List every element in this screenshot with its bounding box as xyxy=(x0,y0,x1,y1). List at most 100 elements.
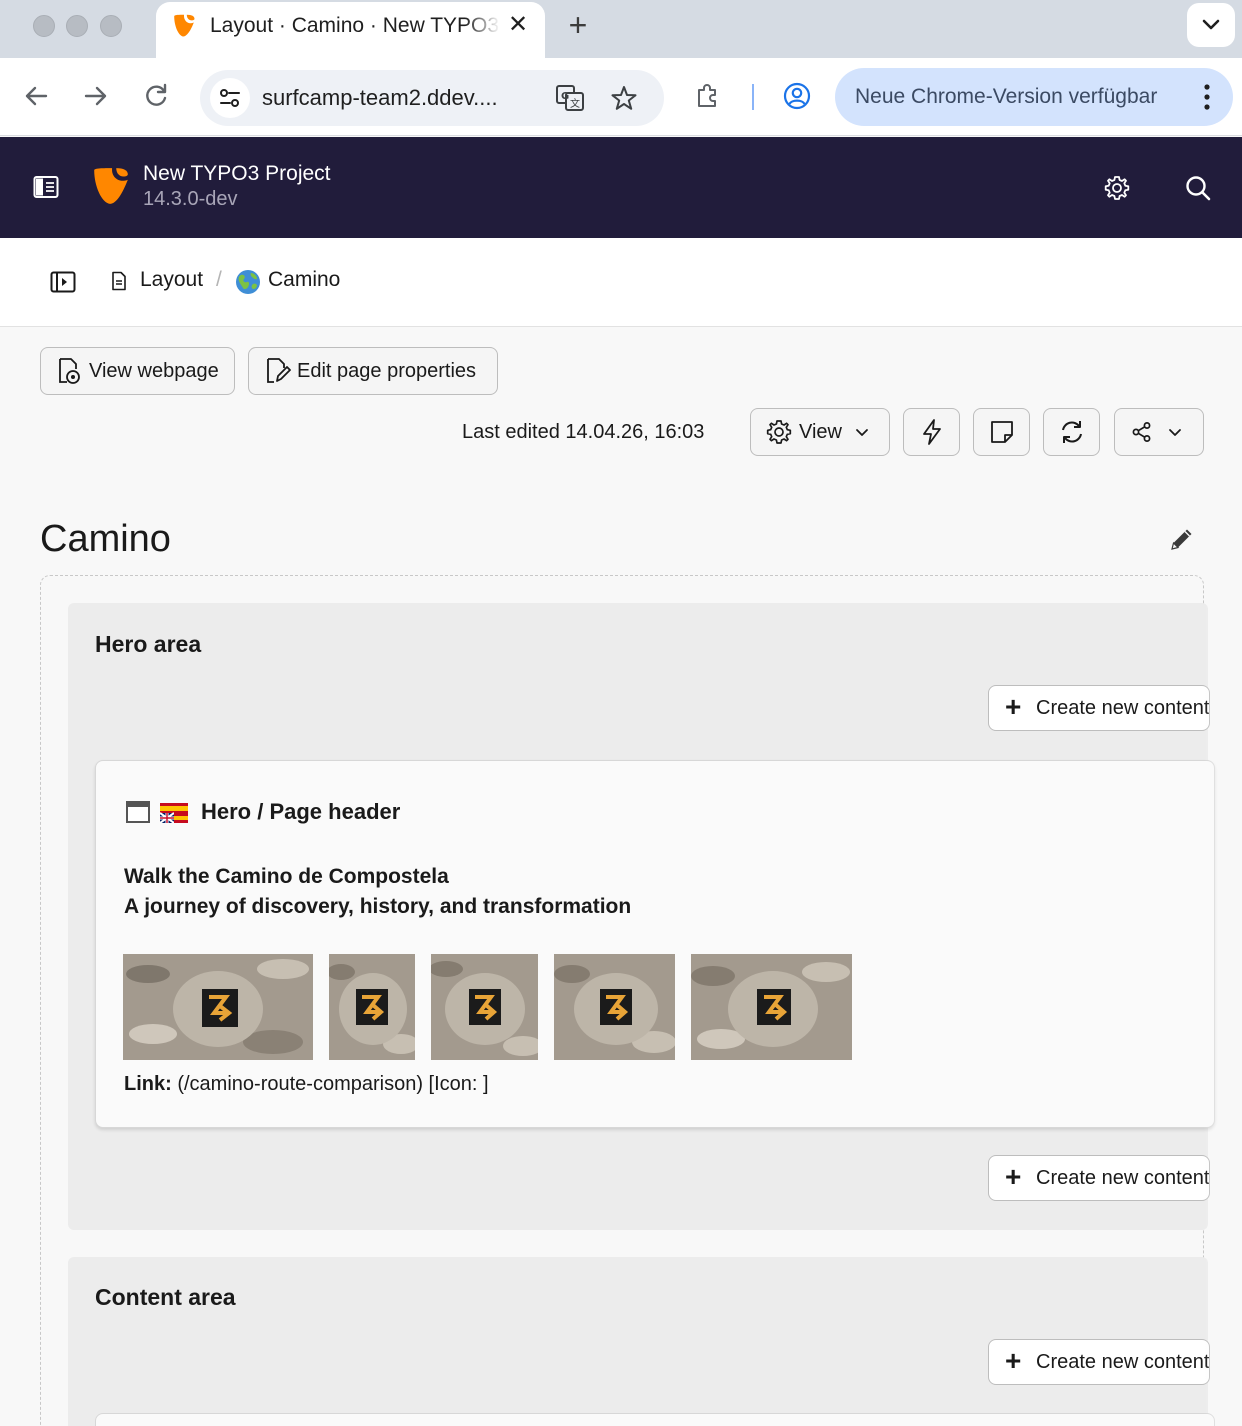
tab-strip: Layout · Camino · New TYPO3 ✕ + xyxy=(0,0,1242,58)
site-info-button[interactable] xyxy=(210,78,250,118)
tab-title: Layout · Camino · New TYPO3 xyxy=(210,14,500,37)
typo3-topbar: New TYPO3 Project 14.3.0-dev xyxy=(0,137,1242,238)
more-vert-icon[interactable] xyxy=(1197,81,1217,113)
url-text: surfcamp-team2.ddev.... xyxy=(262,85,498,110)
new-tab-button[interactable]: + xyxy=(562,8,594,42)
arrow-left-icon xyxy=(25,86,48,106)
address-bar[interactable]: surfcamp-team2.ddev.... G 文 xyxy=(200,70,664,126)
breadcrumb-layout[interactable]: Layout xyxy=(140,268,203,292)
create-new-content-label: Create new content xyxy=(1036,1351,1210,1373)
edit-page-properties-button[interactable]: Edit page properties xyxy=(248,347,498,395)
breadcrumb-page[interactable]: Camino xyxy=(268,268,340,292)
reload-page-button[interactable] xyxy=(1043,408,1100,456)
module-docheader: Layout / Camino xyxy=(0,238,1242,327)
create-new-content-label: Create new content xyxy=(1036,1167,1210,1189)
view-webpage-button[interactable]: View webpage xyxy=(40,347,235,395)
page-document-icon xyxy=(112,271,126,291)
svg-text:G: G xyxy=(561,91,569,102)
create-new-content-button[interactable]: + Create new content xyxy=(988,685,1210,731)
typo3-favicon-icon xyxy=(174,14,195,37)
tune-icon xyxy=(220,89,240,107)
svg-text:文: 文 xyxy=(570,97,580,110)
reload-button[interactable] xyxy=(138,78,174,114)
globe-icon xyxy=(236,270,260,294)
bookmark-button[interactable] xyxy=(608,82,640,114)
reload-icon xyxy=(146,83,167,106)
chevron-down-icon xyxy=(1169,429,1181,436)
clear-cache-button[interactable] xyxy=(903,408,960,456)
create-note-button[interactable] xyxy=(973,408,1030,456)
sidebar-toggle-icon[interactable] xyxy=(33,175,59,199)
breadcrumb-separator: / xyxy=(216,268,222,291)
share-dropdown-button[interactable] xyxy=(1114,408,1204,456)
create-new-content-button[interactable]: + Create new content xyxy=(988,1339,1210,1385)
sticky-note-icon xyxy=(990,421,1013,443)
view-dropdown-button[interactable]: View xyxy=(750,408,890,456)
language-flag-icon xyxy=(160,803,188,823)
document-edit-icon xyxy=(267,358,291,383)
plus-icon: + xyxy=(1005,691,1022,722)
star-icon xyxy=(611,86,637,110)
link-label: Link: xyxy=(124,1073,172,1095)
content-element-subheader: A journey of discovery, history, and tra… xyxy=(124,895,632,918)
content-element-card[interactable]: Hero / Page header Walk the Camino de Co… xyxy=(95,760,1215,1128)
content-element-card[interactable] xyxy=(95,1413,1215,1426)
search-icon[interactable] xyxy=(1184,174,1212,202)
back-button[interactable] xyxy=(18,78,54,114)
image-thumbnail xyxy=(691,954,852,1060)
column-content-area: Content area + Create new content xyxy=(68,1257,1210,1426)
site-name: New TYPO3 Project xyxy=(143,162,331,185)
browser-window: Layout · Camino · New TYPO3 ✕ + surfcamp… xyxy=(0,0,1242,1426)
translate-button[interactable]: G 文 xyxy=(554,82,586,114)
close-tab-icon[interactable]: ✕ xyxy=(506,11,530,39)
image-thumbnail xyxy=(329,954,415,1060)
toolbar-divider xyxy=(752,84,754,110)
browser-tab-active[interactable]: Layout · Camino · New TYPO3 ✕ xyxy=(156,2,545,58)
column-title: Hero area xyxy=(95,631,202,657)
profile-button[interactable] xyxy=(779,78,815,114)
arrow-right-icon xyxy=(84,86,107,106)
right-edge-overflow xyxy=(1204,575,1242,1426)
lightning-icon xyxy=(922,419,941,445)
content-element-header: Walk the Camino de Compostela xyxy=(124,865,449,888)
chrome-update-button[interactable]: Neue Chrome-Version verfügbar xyxy=(835,68,1233,126)
content-element-type[interactable]: Hero / Page header xyxy=(201,799,400,825)
browser-toolbar: surfcamp-team2.ddev.... G 文 Neue Chrome-… xyxy=(0,58,1242,136)
view-webpage-label: View webpage xyxy=(89,359,219,382)
link-value: (/camino-route-comparison) [Icon: ] xyxy=(177,1073,489,1095)
typo3-version: 14.3.0-dev xyxy=(143,188,238,210)
create-new-content-label: Create new content xyxy=(1036,697,1210,719)
create-new-content-button[interactable]: + Create new content xyxy=(988,1155,1210,1201)
share-icon xyxy=(1132,422,1151,442)
update-notice-text: Neue Chrome-Version verfügbar xyxy=(855,85,1158,108)
tab-search-button[interactable] xyxy=(1187,3,1235,47)
image-thumbnail xyxy=(554,954,675,1060)
image-thumbnail xyxy=(431,954,538,1060)
pencil-icon[interactable] xyxy=(1168,525,1196,553)
chevron-down-icon xyxy=(856,429,868,436)
maximize-window-button[interactable] xyxy=(100,15,122,37)
document-view-icon xyxy=(59,358,80,384)
image-thumbnail xyxy=(123,954,313,1060)
view-dropdown-label: View xyxy=(799,420,842,443)
extensions-button[interactable] xyxy=(690,78,726,114)
pagetree-toggle-icon[interactable] xyxy=(50,271,76,293)
puzzle-icon xyxy=(698,84,716,107)
minimize-window-button[interactable] xyxy=(66,15,88,37)
gear-icon xyxy=(766,420,792,444)
gear-icon[interactable] xyxy=(1104,175,1130,201)
edit-page-properties-label: Edit page properties xyxy=(297,359,477,382)
close-window-button[interactable] xyxy=(33,15,55,37)
refresh-icon xyxy=(1061,421,1082,443)
plus-icon: + xyxy=(1005,1161,1022,1192)
column-title: Content area xyxy=(95,1284,236,1310)
plus-icon: + xyxy=(1005,1345,1022,1376)
chevron-down-icon xyxy=(1202,19,1220,30)
content-element-link: Link: (/camino-route-comparison) [Icon: … xyxy=(124,1073,489,1096)
forward-button[interactable] xyxy=(78,78,114,114)
last-edited-text: Last edited 14.04.26, 16:03 xyxy=(462,421,705,443)
translate-icon: G 文 xyxy=(556,85,584,111)
content-type-header-icon xyxy=(126,801,150,823)
page-title: Camino xyxy=(40,518,171,560)
typo3-logo-icon xyxy=(94,168,128,204)
